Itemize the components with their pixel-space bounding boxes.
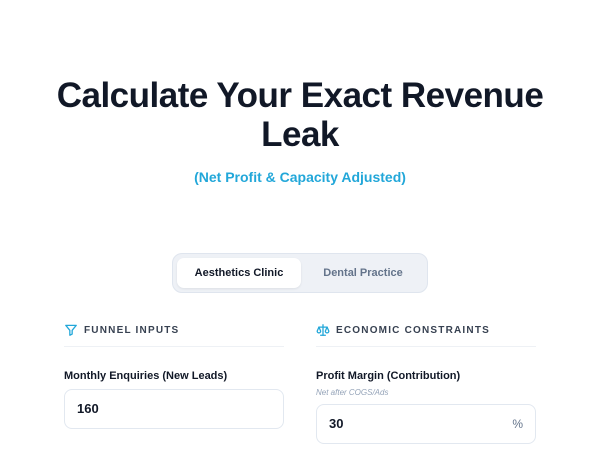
page-title-line-1: Calculate Your Exact Revenue	[56, 76, 544, 115]
economic-constraints-divider	[316, 346, 536, 347]
funnel-icon	[64, 323, 78, 337]
profit-margin-hint: Net after COGS/Ads	[316, 388, 389, 397]
page-title-line-2: Leak	[261, 115, 339, 154]
tab-dental-practice[interactable]: Dental Practice	[303, 258, 423, 288]
profit-margin-value: 30	[329, 416, 344, 431]
monthly-enquiries-value: 160	[77, 401, 99, 416]
monthly-enquiries-label: Monthly Enquiries (New Leads)	[64, 370, 228, 382]
scale-icon	[316, 323, 330, 337]
funnel-inputs-divider	[64, 346, 284, 347]
page-subtitle: (Net Profit & Capacity Adjusted)	[194, 169, 406, 185]
monthly-enquiries-input[interactable]: 160	[64, 389, 284, 429]
funnel-inputs-header: FUNNEL INPUTS	[64, 322, 179, 338]
funnel-inputs-title: FUNNEL INPUTS	[84, 324, 180, 336]
percent-suffix: %	[512, 417, 523, 431]
economic-constraints-title: ECONOMIC CONSTRAINTS	[336, 324, 490, 336]
page-title: Calculate Your Exact Revenue Leak	[0, 76, 600, 154]
profit-margin-label: Profit Margin (Contribution)	[316, 370, 461, 382]
practice-type-tabs: Aesthetics Clinic Dental Practice	[172, 253, 428, 293]
tab-aesthetics-clinic[interactable]: Aesthetics Clinic	[177, 258, 301, 288]
economic-constraints-header: ECONOMIC CONSTRAINTS	[316, 322, 490, 338]
profit-margin-input[interactable]: 30 %	[316, 404, 536, 444]
